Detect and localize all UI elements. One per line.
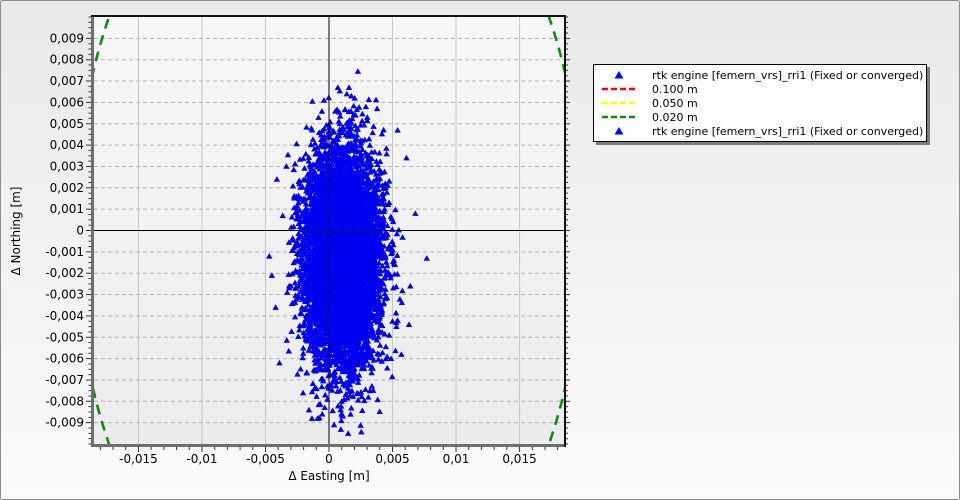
chart-window: -0,015 -0,01 -0,005 0 0,005 0,01 0,015 0,009 0,0… <box>0 0 960 500</box>
y-tick-label: 0,003 <box>50 159 84 173</box>
legend-dashed-line-icon <box>598 98 640 108</box>
y-tick-label: 0,005 <box>50 117 84 131</box>
y-tick-label: -0,008 <box>45 394 84 408</box>
legend-item-label: 0.050 m <box>652 96 698 110</box>
y-tick-label: 0,009 <box>50 31 84 45</box>
legend-dashed-line-icon <box>598 112 640 122</box>
y-tick-label: -0,009 <box>45 416 84 430</box>
legend-item: rtk engine [femern_vrs]_rri1 (Fixed or c… <box>598 68 924 82</box>
legend-item-label: rtk engine [femern_vrs]_rri1 (Fixed or c… <box>652 68 924 82</box>
x-tick-label: 0,015 <box>502 452 536 466</box>
x-tick-label: -0,01 <box>186 452 217 466</box>
x-axis-title: Δ Easting [m] <box>288 469 370 483</box>
legend-item: 0.020 m <box>598 110 922 124</box>
y-tick-label: 0 <box>76 224 84 238</box>
x-tick-labels: -0,015 -0,01 -0,005 0 0,005 0,01 0,015 <box>119 452 537 466</box>
y-tick-label: -0,005 <box>45 330 84 344</box>
legend-item-label: 0.020 m <box>652 110 698 124</box>
x-tick-label: -0,005 <box>246 452 285 466</box>
x-tick-label: 0,005 <box>375 452 409 466</box>
legend: rtk engine [femern_vrs]_rri1 (Fixed or c… <box>593 64 927 142</box>
legend-item: 0.050 m <box>598 96 922 110</box>
legend-item: rtk engine [femern_vrs]_rri1 (Fixed or c… <box>598 124 924 138</box>
y-tick-label: 0,007 <box>50 74 84 88</box>
y-axis-title: Δ Northing [m] <box>9 186 23 276</box>
y-tick-label: 0,006 <box>50 95 84 109</box>
scatter-plot-area[interactable] <box>94 17 564 444</box>
y-tick-label: -0,006 <box>45 352 84 366</box>
y-tick-label: -0,004 <box>45 309 84 323</box>
y-tick-labels: 0,009 0,008 0,007 0,006 0,005 0,004 0,003 0,002… <box>45 31 84 429</box>
x-tick-label: -0,015 <box>119 452 158 466</box>
y-tick-label: -0,002 <box>45 266 84 280</box>
x-tick-label: 0,01 <box>443 452 470 466</box>
y-tick-label: 0,001 <box>50 202 84 216</box>
legend-item-label: rtk engine [femern_vrs]_rri1 (Fixed or c… <box>652 124 924 138</box>
y-tick-label: 0,002 <box>50 181 84 195</box>
y-tick-label: 0,004 <box>50 138 84 152</box>
legend-triangle-icon <box>598 70 640 80</box>
legend-dashed-line-icon <box>598 84 640 94</box>
y-tick-label: -0,007 <box>45 373 84 387</box>
legend-triangle-icon <box>598 126 640 136</box>
y-tick-label: 0,008 <box>50 53 84 67</box>
legend-item-label: 0.100 m <box>652 82 698 96</box>
y-tick-label: -0,003 <box>45 288 84 302</box>
y-tick-label: -0,001 <box>45 245 84 259</box>
x-tick-label: 0 <box>325 452 333 466</box>
legend-item: 0.100 m <box>598 82 922 96</box>
